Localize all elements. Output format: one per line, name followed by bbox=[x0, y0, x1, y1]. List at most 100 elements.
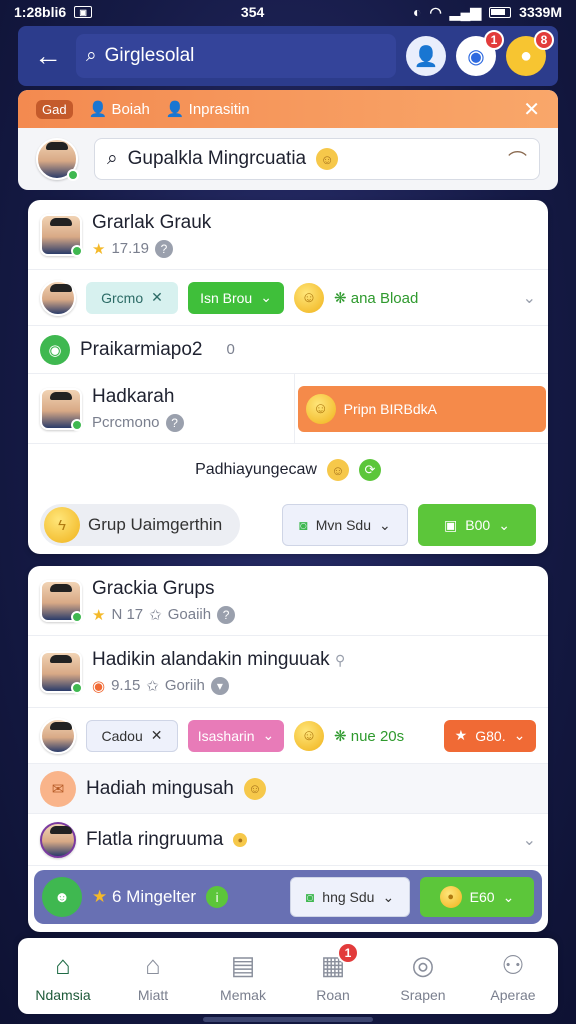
tool-icon[interactable]: ⌒ bbox=[508, 146, 527, 173]
location-pin-icon: ◎ bbox=[411, 949, 435, 980]
item-title: Flatla ringruuma bbox=[86, 828, 224, 850]
star-outline-icon: ✩ bbox=[146, 677, 159, 695]
action-pill[interactable]: Cadou ✕ bbox=[86, 719, 178, 752]
star-icon: ★ bbox=[92, 887, 108, 906]
item-subtitle: ★ N 17 ✩ Goaiih? bbox=[92, 605, 236, 624]
item-mark: 0 bbox=[226, 341, 235, 358]
highlight-row[interactable]: ☻ ★ 6 Mingelter i ◙ hng Sdu ⌄ ● E60 ⌄ bbox=[34, 870, 542, 924]
select-pill[interactable]: ◙ Mvn Sdu ⌄ bbox=[282, 504, 408, 546]
back-arrow-icon[interactable]: ← bbox=[30, 38, 66, 74]
select-pill[interactable]: ◙ hng Sdu ⌄ bbox=[290, 877, 410, 917]
item-subtitle-text: Pcrcmono bbox=[92, 414, 160, 431]
messages-button[interactable]: ◉ 1 bbox=[456, 30, 504, 76]
group-button[interactable]: ϟ Grup Uaimgerthin bbox=[40, 504, 240, 546]
pill-label: Isasharin bbox=[197, 727, 255, 744]
profile-icon: ⚇ bbox=[501, 949, 525, 980]
nav-item-4[interactable]: ▦ Roan 1 bbox=[293, 941, 373, 1003]
item-subtitle-text: 17.19 bbox=[111, 240, 149, 257]
amount-pill[interactable]: ● E60 ⌄ bbox=[420, 877, 534, 917]
list-item[interactable]: ◉ Praikarmiapo2 0 bbox=[28, 326, 548, 374]
search-bar[interactable]: ⌕ Girglesolal bbox=[76, 34, 396, 78]
star-outline-icon: ✩ bbox=[149, 606, 162, 624]
panel-tab-1[interactable]: 👤 Boiah bbox=[89, 100, 150, 118]
status-bar: 1:28bli6 ▣ 354 ◐ ◠ ▂▄▆ 3339M bbox=[0, 0, 576, 24]
info-row: Padhiayungecaw ☺ ⟳ bbox=[28, 444, 548, 496]
avatar bbox=[40, 821, 76, 858]
nav-label: Ndamsia bbox=[35, 986, 91, 1003]
chat-icon: ◙ bbox=[299, 517, 308, 533]
close-icon[interactable]: ✕ bbox=[523, 97, 540, 122]
nav-item-6[interactable]: ⚇ Aperae bbox=[473, 950, 553, 1003]
amount-pill[interactable]: ★ G80. ⌄ bbox=[444, 719, 536, 752]
chat-icon: ◙ bbox=[305, 889, 315, 905]
info-text: Padhiayungecaw bbox=[195, 461, 317, 478]
link-icon: ⟳ bbox=[358, 459, 381, 481]
coin-icon: ☺ bbox=[305, 393, 336, 424]
panel-body: ⌕ Gupalkla Mingrcuatia ☺ ⌒ bbox=[18, 128, 558, 190]
panel-tag[interactable]: Gad bbox=[36, 99, 73, 119]
pill-label: G80. bbox=[475, 727, 506, 744]
vibrate-icon: ◐ bbox=[413, 4, 422, 20]
item-title: Hadikin alandakin minguuak ⚲ bbox=[92, 649, 345, 671]
dropdown-pill[interactable]: Isasharin ⌄ bbox=[188, 719, 284, 752]
house-alert-icon: ⌂ bbox=[145, 949, 161, 980]
button-row: ϟ Grup Uaimgerthin ◙ Mvn Sdu ⌄ ▣ B00 ⌄ bbox=[28, 496, 548, 554]
list-item[interactable]: Hadkarah Pcrcmono? ☺ Pripn BIRBdkA bbox=[28, 373, 548, 444]
badge-icon: ◉ bbox=[92, 677, 106, 695]
coin-icon: ☺ bbox=[294, 720, 324, 751]
group-card-1: Grarlak Grauk ★ 17.19? Grcmo ✕ Isn Brou ⌄ ☺… bbox=[28, 200, 548, 554]
panel-tab-2[interactable]: 👤 Inprasitin bbox=[166, 100, 250, 118]
pill-label: Cadou bbox=[101, 727, 143, 744]
list-item[interactable]: ✉ Hadiah mingusah ☺ bbox=[28, 764, 548, 814]
promo-button[interactable]: ☺ Pripn BIRBdkA bbox=[297, 385, 546, 432]
home-icon: ⌂ bbox=[55, 949, 71, 980]
pin-icon: ⚲ bbox=[334, 651, 346, 668]
nav-label: Aperae bbox=[490, 986, 536, 1003]
nav-label: Memak bbox=[220, 986, 266, 1003]
close-icon: ✕ bbox=[150, 727, 163, 743]
avatar[interactable] bbox=[36, 138, 79, 181]
smile-icon: ☺ bbox=[316, 148, 339, 170]
avatar bbox=[40, 279, 76, 316]
help-icon: ? bbox=[155, 239, 173, 258]
pill-label: Isn Brou bbox=[200, 289, 253, 306]
home-indicator bbox=[203, 1017, 373, 1022]
chevron-down-icon: ⌄ bbox=[378, 516, 391, 533]
group-icon: ◉ bbox=[40, 334, 70, 365]
coins-button[interactable]: ● 8 bbox=[506, 30, 554, 76]
action-pill[interactable]: Grcmo ✕ bbox=[86, 281, 178, 314]
nav-item-home[interactable]: ⌂ Ndamsia bbox=[23, 950, 103, 1003]
nav-item-5[interactable]: ◎ Srapen bbox=[383, 950, 463, 1003]
item-subtitle-a: 9.15 bbox=[111, 677, 141, 694]
item-subtitle: ★ 17.19? bbox=[92, 239, 211, 258]
item-subtitle: ◉ 9.15 ✩ Goriih ▾ bbox=[92, 676, 345, 695]
chevron-down-icon[interactable]: ⌄ bbox=[523, 830, 536, 850]
dropdown-pill[interactable]: Isn Brou ⌄ bbox=[188, 281, 284, 314]
top-bar: ← ⌕ Girglesolal 👤 ◉ 1 ● 8 bbox=[18, 26, 558, 86]
list-item[interactable]: Flatla ringruuma ● ⌄ bbox=[28, 814, 548, 866]
reward-text: ❋ ana Bload bbox=[334, 289, 419, 307]
reward-text: ❋ nue 20s bbox=[334, 727, 405, 745]
list-item[interactable]: Grackia Grups ★ N 17 ✩ Goaiih? bbox=[28, 566, 548, 636]
panel-search-input[interactable]: ⌕ Gupalkla Mingrcuatia ☺ ⌒ bbox=[94, 138, 540, 180]
list-item[interactable]: Hadikin alandakin minguuak ⚲ ◉ 9.15 ✩ Gorii… bbox=[28, 636, 548, 708]
lightning-icon: ϟ bbox=[44, 507, 80, 543]
smile-icon: ☺ bbox=[243, 777, 266, 800]
signal-icon: ▂▄▆ bbox=[449, 3, 482, 20]
pill-label: Grcmo bbox=[101, 289, 144, 306]
chevron-down-icon[interactable]: ⌄ bbox=[523, 288, 536, 308]
help-icon: ▾ bbox=[210, 676, 229, 695]
add-user-button[interactable]: 👤 bbox=[406, 36, 446, 76]
item-title: Hadkarah bbox=[92, 385, 175, 407]
nav-item-2[interactable]: ⌂ Miatt bbox=[113, 950, 193, 1003]
search-text: Girglesolal bbox=[104, 45, 195, 66]
list-item[interactable]: Grarlak Grauk ★ 17.19? bbox=[28, 200, 548, 270]
avatar bbox=[40, 387, 83, 431]
amount-pill[interactable]: ▣ B00 ⌄ bbox=[418, 504, 536, 546]
group-button-label: Grup Uaimgerthin bbox=[88, 515, 223, 534]
group-card-2: Grackia Grups ★ N 17 ✩ Goaiih? Hadikin alan… bbox=[28, 566, 548, 932]
wifi-icon: ◠ bbox=[429, 3, 442, 20]
star-icon: ★ bbox=[92, 240, 106, 258]
action-row: Grcmo ✕ Isn Brou ⌄ ☺ ❋ ana Bload ⌄ bbox=[28, 270, 548, 326]
nav-item-3[interactable]: ▤ Memak bbox=[203, 950, 283, 1003]
